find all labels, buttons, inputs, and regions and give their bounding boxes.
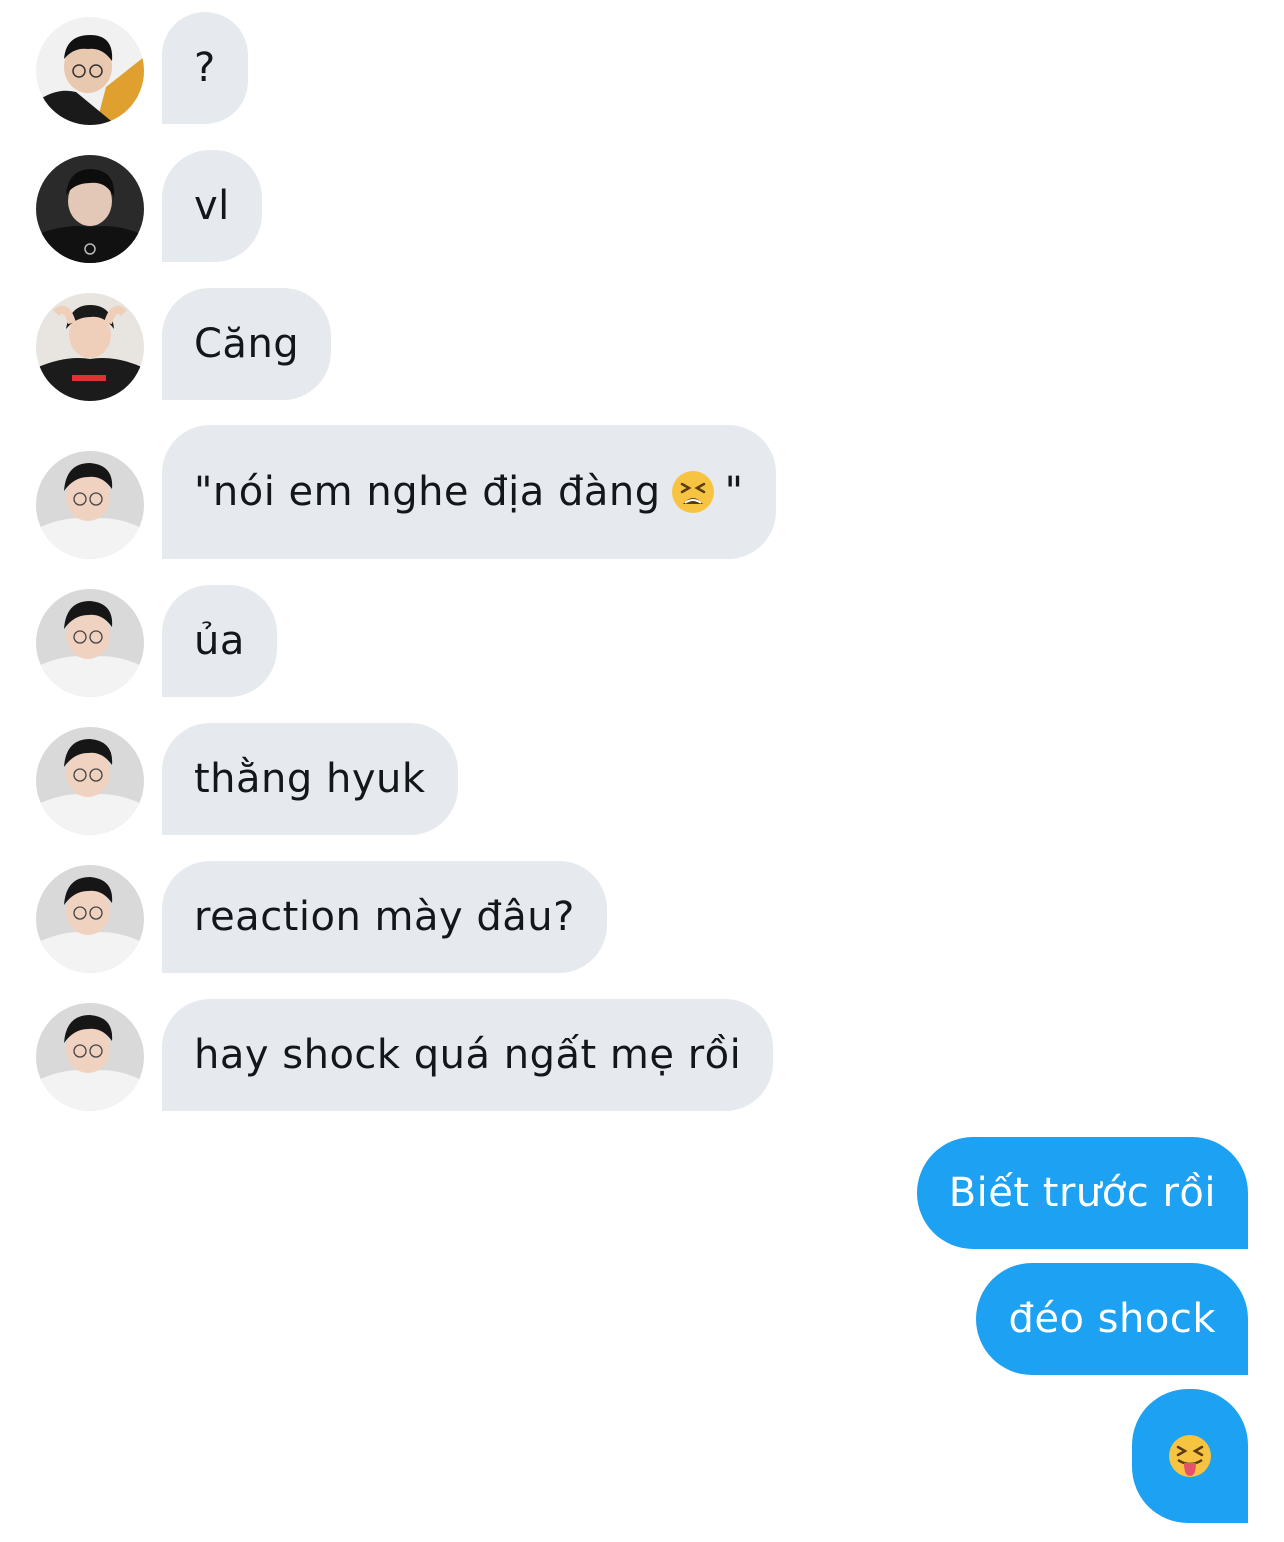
message-bubble-incoming[interactable]: vl <box>162 150 262 262</box>
message-bubble-incoming[interactable]: Căng <box>162 288 332 400</box>
message-text: ? <box>194 45 216 91</box>
tired-face-icon <box>671 470 715 514</box>
message-text: ủa <box>194 618 245 664</box>
message-text: đéo shock <box>1008 1296 1216 1342</box>
message-text: Biết trước rồi <box>948 1170 1216 1216</box>
avatar[interactable] <box>36 17 144 125</box>
avatar[interactable] <box>36 727 144 835</box>
avatar[interactable] <box>36 865 144 973</box>
avatar-image <box>36 589 144 697</box>
message-bubble-incoming[interactable]: reaction mày đâu? <box>162 861 607 973</box>
message-text: reaction mày đâu? <box>194 894 575 940</box>
avatar[interactable] <box>36 155 144 263</box>
message-text: " <box>724 469 744 515</box>
squinting-tongue-face-icon <box>1168 1434 1212 1478</box>
avatar-image <box>36 293 144 401</box>
message-bubble-incoming[interactable]: ủa <box>162 585 277 697</box>
message-bubble-outgoing[interactable]: đéo shock <box>976 1263 1248 1375</box>
avatar[interactable] <box>36 451 144 559</box>
message-bubble-incoming[interactable]: thằng hyuk <box>162 723 458 835</box>
message-bubble-incoming[interactable]: "nói em nghe địa đàng " <box>162 425 776 559</box>
message-bubble-incoming[interactable]: hay shock quá ngất mẹ rồi <box>162 999 774 1111</box>
avatar-image <box>36 17 144 125</box>
avatar[interactable] <box>36 293 144 401</box>
message-text: Căng <box>194 321 300 367</box>
avatar-image <box>36 865 144 973</box>
message-text: "nói em nghe địa đàng <box>194 469 661 515</box>
avatar-image <box>36 155 144 263</box>
message-bubble-incoming[interactable]: ? <box>162 12 248 124</box>
message-text: vl <box>194 183 230 229</box>
message-text: thằng hyuk <box>194 756 426 802</box>
avatar-image <box>36 727 144 835</box>
avatar-image <box>36 451 144 559</box>
message-text: hay shock quá ngất mẹ rồi <box>194 1032 742 1078</box>
message-bubble-outgoing[interactable]: Biết trước rồi <box>916 1137 1248 1249</box>
avatar[interactable] <box>36 589 144 697</box>
message-bubble-outgoing[interactable] <box>1132 1389 1248 1523</box>
avatar[interactable] <box>36 1003 144 1111</box>
avatar-image <box>36 1003 144 1111</box>
